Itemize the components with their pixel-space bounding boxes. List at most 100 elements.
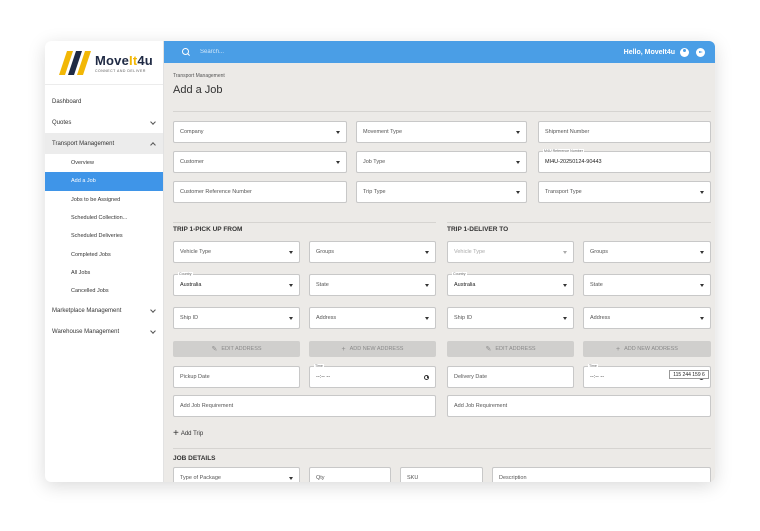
pickup-groups-select[interactable]: Groups — [309, 241, 436, 263]
caret-down-icon — [289, 250, 293, 254]
greeting-text: Hello, MoveIt4u — [623, 48, 675, 56]
pickup-heading: TRIP 1-PICK UP FROM — [173, 226, 243, 233]
search-icon[interactable] — [182, 48, 190, 56]
plus-icon: + — [341, 345, 346, 353]
sidebar-item-label: Dashboard — [52, 98, 82, 105]
caret-down-icon — [336, 130, 340, 134]
caret-down-icon — [563, 250, 567, 254]
qty-input[interactable]: Qty — [309, 467, 391, 482]
sidebar-item-warehouse-management[interactable]: Warehouse Management — [45, 321, 163, 342]
movement-type-select[interactable]: Movement Type — [356, 121, 527, 143]
delivery-heading: TRIP 1-DELIVER TO — [447, 226, 509, 233]
pickup-address-select[interactable]: Address — [309, 307, 436, 329]
sidebar-item-marketplace-management[interactable]: Marketplace Management — [45, 300, 163, 321]
sidebar-item-dashboard[interactable]: Dashboard — [45, 91, 163, 112]
caret-down-icon — [289, 283, 293, 287]
divider — [447, 222, 711, 223]
chevron-down-icon — [150, 307, 156, 313]
m4u-reference-field[interactable]: M4U Reference Number MI4U-20250124-90443 — [538, 149, 711, 173]
caret-down-icon — [700, 316, 704, 320]
caret-down-icon — [289, 476, 293, 480]
pencil-icon: ✎ — [485, 346, 492, 353]
job-type-select[interactable]: Job Type — [356, 151, 527, 173]
delivery-address-select[interactable]: Address — [583, 307, 711, 329]
page-title: Add a Job — [173, 84, 223, 96]
pickup-ship-id-select[interactable]: Ship ID — [173, 307, 300, 329]
logo-mark-icon — [59, 50, 91, 75]
delivery-job-requirement-input[interactable]: Add Job Requirement — [447, 395, 711, 417]
sidebar-item-quotes[interactable]: Quotes — [45, 112, 163, 133]
plus-icon: + — [616, 345, 621, 353]
caret-down-icon — [700, 283, 704, 287]
job-details-heading: JOB DETAILS — [173, 455, 216, 462]
brand-name: MoveIt4u — [95, 52, 153, 68]
divider — [173, 111, 711, 112]
caret-down-icon — [289, 316, 293, 320]
pencil-icon: ✎ — [211, 346, 218, 353]
caret-down-icon — [336, 160, 340, 164]
transport-type-select[interactable]: Transport Type — [538, 181, 711, 203]
pickup-state-select[interactable]: State — [309, 274, 436, 296]
sidebar-subitem-scheduled-deliveries[interactable]: Scheduled Deliveries — [45, 227, 163, 245]
top-bar: Hello, MoveIt4u — [164, 41, 715, 63]
delivery-add-address-button[interactable]: + ADD NEW ADDRESS — [583, 341, 711, 357]
shipment-number-input[interactable]: Shipment Number — [538, 121, 711, 143]
app-window: MoveIt4u CONNECT AND DELIVER Dashboard Q… — [45, 41, 715, 482]
delivery-vehicle-type-select[interactable]: Vehicle Type — [447, 241, 574, 263]
customer-reference-input[interactable]: Customer Reference Number — [173, 181, 347, 203]
delivery-state-select[interactable]: State — [583, 274, 711, 296]
sidebar-item-label: Warehouse Management — [52, 328, 120, 335]
pickup-country-select[interactable]: Country Australia — [173, 272, 300, 296]
logout-icon[interactable] — [696, 47, 705, 57]
trip-type-select[interactable]: Trip Type — [356, 181, 527, 203]
chevron-down-icon — [150, 328, 156, 334]
clock-icon[interactable] — [424, 374, 429, 380]
caret-down-icon — [425, 250, 429, 254]
sidebar-item-label: Marketplace Management — [52, 307, 122, 314]
sidebar-subitem-overview[interactable]: Overview — [45, 154, 163, 172]
pickup-job-requirement-input[interactable]: Add Job Requirement — [173, 395, 436, 417]
pickup-date-input[interactable]: Pickup Date — [173, 366, 300, 388]
chevron-up-icon — [150, 141, 156, 148]
delivery-country-select[interactable]: Country Australia — [447, 272, 574, 296]
delivery-edit-address-button[interactable]: ✎ EDIT ADDRESS — [447, 341, 574, 357]
sku-input[interactable]: SKU — [400, 467, 483, 482]
company-select[interactable]: Company — [173, 121, 347, 143]
plus-icon: + — [173, 428, 179, 439]
logo[interactable]: MoveIt4u CONNECT AND DELIVER — [45, 41, 163, 85]
divider — [173, 222, 436, 223]
pickup-time-input[interactable]: Time --:-- -- — [309, 364, 436, 388]
sidebar-nav: Dashboard Quotes Transport Management Ov… — [45, 85, 163, 342]
sidebar-subitem-jobs-to-be-assigned[interactable]: Jobs to be Assigned — [45, 191, 163, 209]
sidebar-item-label: Transport Management — [52, 140, 115, 147]
delivery-ship-id-select[interactable]: Ship ID — [447, 307, 574, 329]
sidebar-subitem-add-a-job[interactable]: Add a Job — [45, 172, 163, 191]
search-input[interactable] — [200, 49, 320, 55]
user-account-icon[interactable] — [680, 47, 689, 57]
description-input[interactable]: Description — [492, 467, 711, 482]
pickup-add-address-button[interactable]: + ADD NEW ADDRESS — [309, 341, 436, 357]
caret-down-icon — [563, 283, 567, 287]
pickup-vehicle-type-select[interactable]: Vehicle Type — [173, 241, 300, 263]
caret-down-icon — [516, 190, 520, 194]
brand-tagline: CONNECT AND DELIVER — [95, 68, 146, 73]
sidebar-subitem-scheduled-collections[interactable]: Scheduled Collection... — [45, 209, 163, 227]
caret-down-icon — [700, 250, 704, 254]
chevron-down-icon — [150, 118, 156, 125]
add-trip-button[interactable]: + Add Trip — [173, 429, 203, 439]
sidebar-subitem-all-jobs[interactable]: All Jobs — [45, 264, 163, 282]
delivery-date-input[interactable]: Delivery Date — [447, 366, 574, 388]
caret-down-icon — [425, 316, 429, 320]
divider — [173, 448, 711, 449]
caret-down-icon — [563, 316, 567, 320]
package-type-select[interactable]: Type of Package — [173, 467, 300, 482]
customer-select[interactable]: Customer — [173, 151, 347, 173]
pickup-edit-address-button[interactable]: ✎ EDIT ADDRESS — [173, 341, 300, 357]
breadcrumb[interactable]: Transport Management — [173, 73, 225, 79]
sidebar-item-transport-management[interactable]: Transport Management — [45, 133, 163, 154]
main-content: Transport Management Add a Job Company M… — [164, 63, 715, 482]
caret-down-icon — [700, 190, 704, 194]
sidebar-subitem-completed-jobs[interactable]: Completed Jobs — [45, 245, 163, 263]
sidebar-subitem-cancelled-jobs[interactable]: Cancelled Jobs — [45, 282, 163, 300]
delivery-groups-select[interactable]: Groups — [583, 241, 711, 263]
